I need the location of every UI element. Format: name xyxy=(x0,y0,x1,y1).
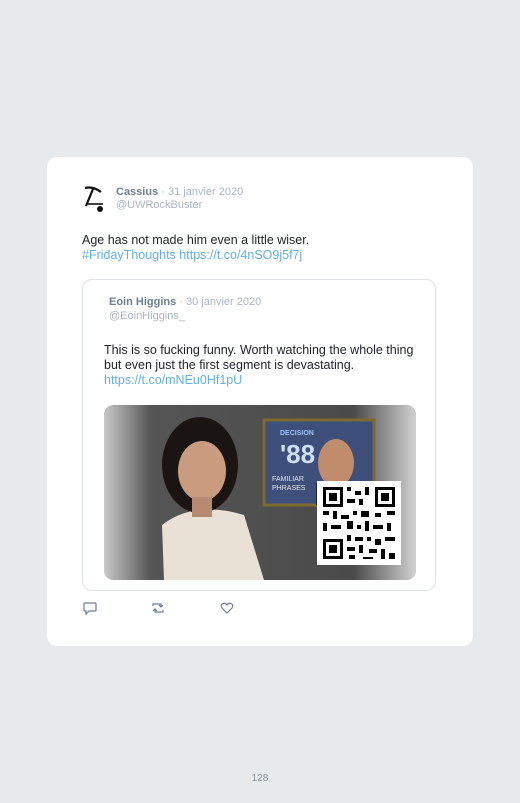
overlay-decision: DECISION xyxy=(280,430,314,437)
tweet-date[interactable]: · 31 janvier 2020 xyxy=(161,186,243,198)
avatar[interactable] xyxy=(82,184,110,214)
author-name[interactable]: Cassius xyxy=(116,186,158,198)
tweet-text: Age has not made him even a little wiser… xyxy=(82,233,422,263)
tweet-body: Age has not made him even a little wiser… xyxy=(82,233,310,247)
page: { "tweet": { "author_name": "Cassius", "… xyxy=(0,0,520,803)
page-number: 128 xyxy=(251,773,269,784)
quoted-author-name[interactable]: Eoin Higgins xyxy=(109,296,176,308)
tweet-actions xyxy=(82,600,252,616)
tweet-author[interactable]: Cassius · 31 janvier 2020 xyxy=(116,186,243,199)
overlay-phrases: PHRASES xyxy=(272,485,306,492)
quoted-text: This is so fucking funny. Worth watching… xyxy=(104,343,414,388)
retweet-icon[interactable] xyxy=(150,600,166,616)
author-handle[interactable]: @UWRockBuster xyxy=(116,199,202,211)
tweet-link[interactable]: https://t.co/4nSO9j5f7j xyxy=(179,248,302,262)
like-icon[interactable] xyxy=(219,600,235,616)
quoted-handle[interactable]: @EoinHiggins_ xyxy=(109,310,185,322)
quoted-link[interactable]: https://t.co/mNEu0Hf1pU xyxy=(104,373,242,387)
reply-icon[interactable] xyxy=(82,600,98,616)
hashtag-link[interactable]: #FridayThoughts xyxy=(82,248,176,262)
quoted-author[interactable]: Eoin Higgins · 30 janvier 2020 xyxy=(109,296,261,309)
overlay-familiar: FAMILIAR xyxy=(272,476,304,483)
overlay-year: '88 xyxy=(280,439,315,469)
quoted-body: This is so fucking funny. Worth watching… xyxy=(104,343,414,372)
quoted-date[interactable]: · 30 janvier 2020 xyxy=(179,296,261,308)
qr-code xyxy=(317,481,401,565)
